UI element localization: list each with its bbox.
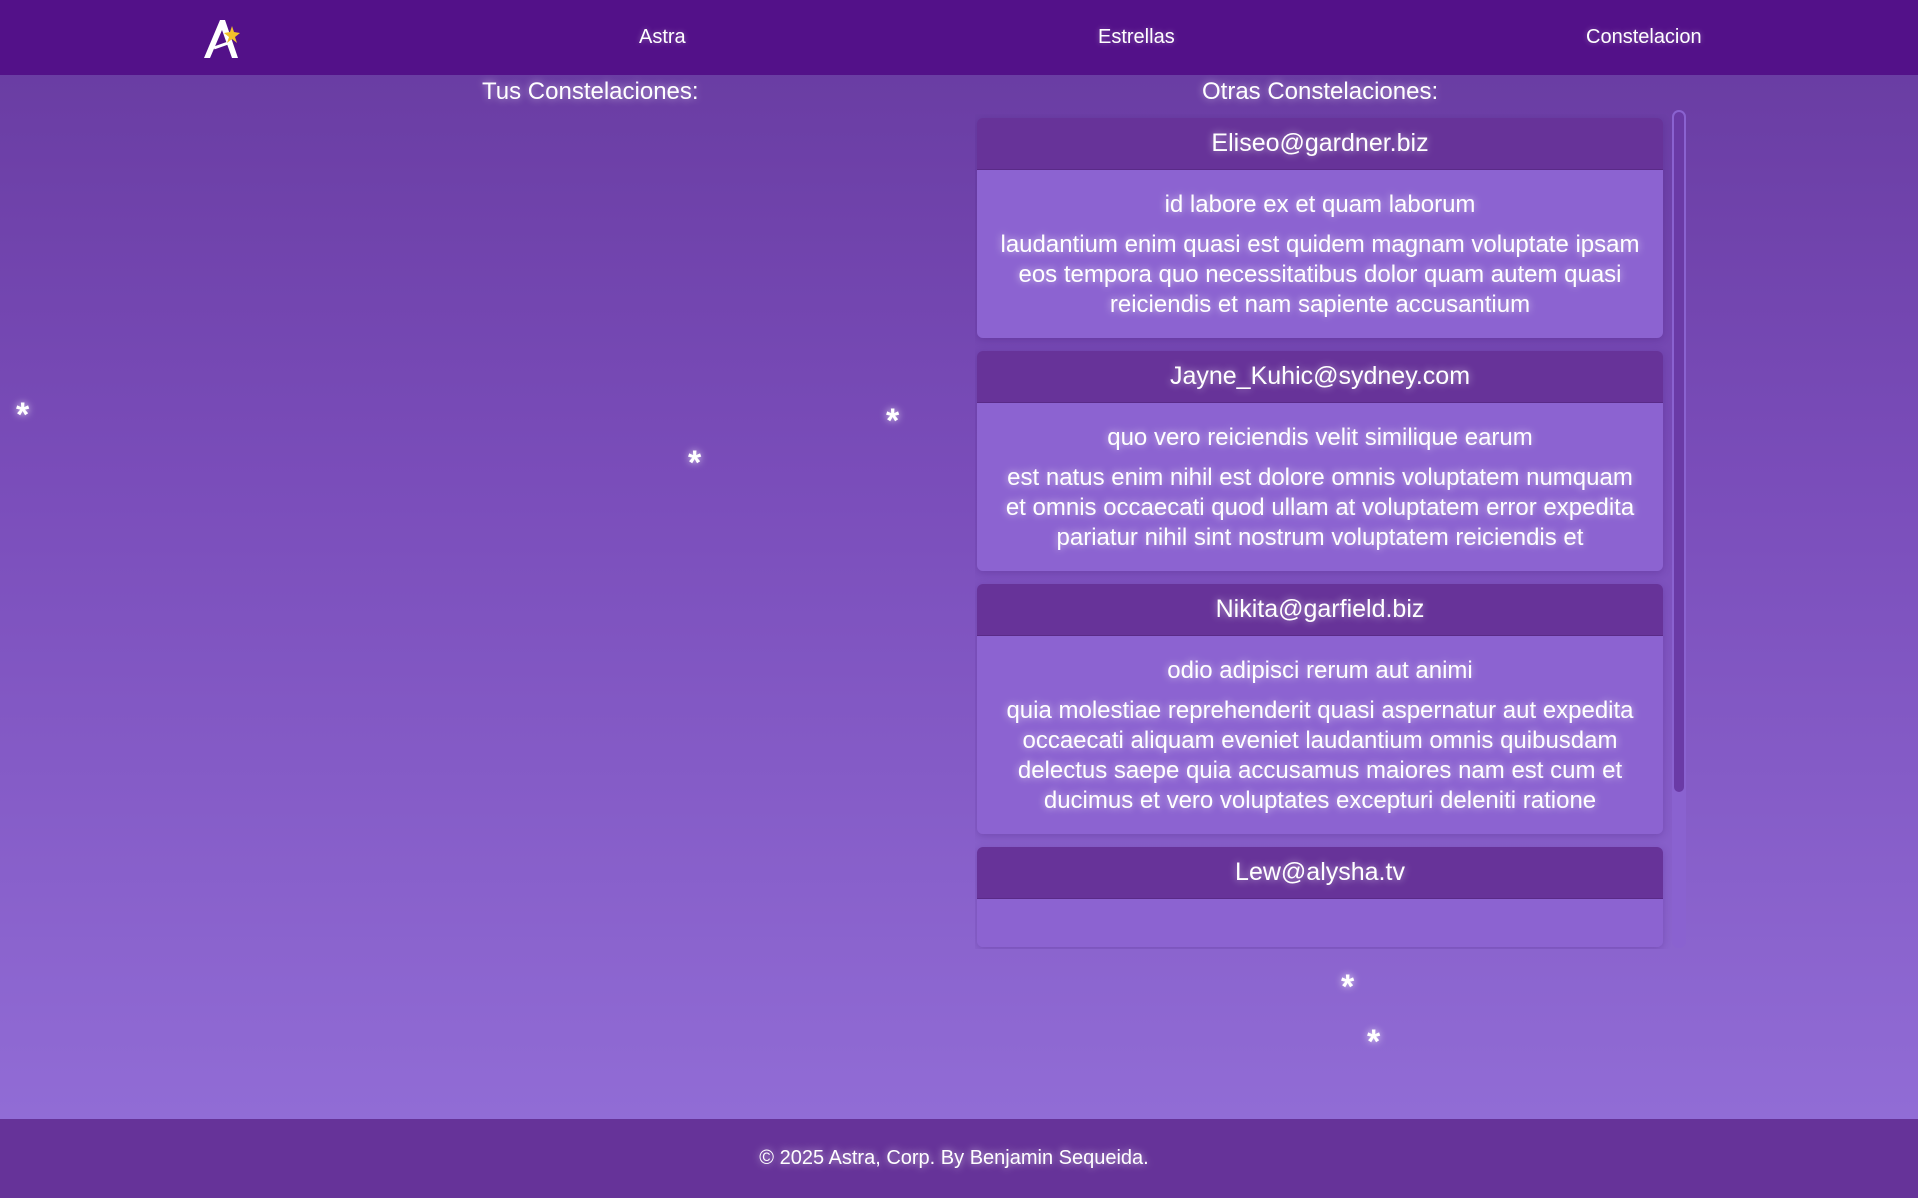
card-text: quia molestiae reprehenderit quasi asper… bbox=[1006, 697, 1634, 814]
card-title: id labore ex et quam laborum bbox=[1164, 191, 1476, 218]
star-icon: * bbox=[1341, 968, 1355, 1006]
nav-link-estrellas[interactable]: Estrellas bbox=[1098, 26, 1175, 49]
constellation-card[interactable]: Nikita@garfield.biz odio adipisci rerum … bbox=[977, 584, 1663, 834]
constellation-card[interactable]: Lew@alysha.tv bbox=[977, 847, 1663, 947]
nav-link-constelacion[interactable]: Constelacion bbox=[1586, 26, 1702, 49]
card-body: odio adipisci rerum aut animi quia moles… bbox=[977, 636, 1663, 834]
astra-logo-icon[interactable] bbox=[198, 14, 246, 62]
star-icon: * bbox=[16, 396, 30, 434]
card-text: est natus enim nihil est dolore omnis vo… bbox=[1005, 464, 1635, 551]
star-icon: * bbox=[886, 402, 900, 440]
other-constellations-title: Otras Constelaciones: bbox=[1202, 78, 1439, 105]
card-body bbox=[977, 899, 1663, 947]
your-constellations-title: Tus Constelaciones: bbox=[482, 78, 699, 105]
constellation-card[interactable]: Jayne_Kuhic@sydney.com quo vero reiciend… bbox=[977, 351, 1663, 571]
card-body: quo vero reiciendis velit similique earu… bbox=[977, 403, 1663, 571]
card-body: id labore ex et quam laborum laudantium … bbox=[977, 170, 1663, 338]
card-title: quo vero reiciendis velit similique earu… bbox=[1107, 424, 1533, 451]
card-author: Lew@alysha.tv bbox=[977, 847, 1663, 899]
other-constellations-list[interactable]: Eliseo@gardner.biz id labore ex et quam … bbox=[975, 114, 1689, 949]
card-author: Jayne_Kuhic@sydney.com bbox=[977, 351, 1663, 403]
top-navbar: Astra Estrellas Constelacion bbox=[0, 0, 1918, 75]
star-icon: * bbox=[688, 444, 702, 482]
star-icon: * bbox=[1367, 1023, 1381, 1061]
card-text: laudantium enim quasi est quidem magnam … bbox=[1000, 231, 1640, 318]
constellation-card[interactable]: Eliseo@gardner.biz id labore ex et quam … bbox=[977, 118, 1663, 338]
card-title: odio adipisci rerum aut animi bbox=[1167, 657, 1473, 684]
card-author: Nikita@garfield.biz bbox=[977, 584, 1663, 636]
nav-link-astra[interactable]: Astra bbox=[639, 26, 686, 49]
page-footer: © 2025 Astra, Corp. By Benjamin Sequeida… bbox=[0, 1119, 1918, 1198]
footer-copyright: © 2025 Astra, Corp. By Benjamin Sequeida… bbox=[759, 1147, 1149, 1169]
card-author: Eliseo@gardner.biz bbox=[977, 118, 1663, 170]
